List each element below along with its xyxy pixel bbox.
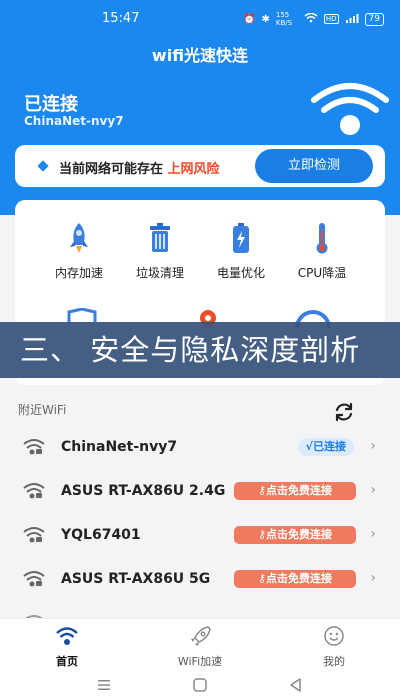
home-button-icon[interactable]: [192, 677, 208, 693]
wifi-name: ASUS RT-AX86U 2.4G: [61, 483, 226, 499]
free-connect-label: 点击免费连接: [266, 484, 333, 497]
detect-now-button[interactable]: 立即检测: [255, 149, 373, 183]
wifi-list: ChinaNet-nvy7 √已连接 › ASUS RT-AX86U 2.4G …: [0, 426, 400, 620]
key-icon: ⚷: [257, 572, 267, 585]
system-nav-bar: [0, 670, 400, 700]
trash-icon: [150, 223, 170, 252]
wifi-locked-icon: [23, 439, 45, 455]
key-icon: ⚷: [257, 528, 267, 541]
wifi-row[interactable]: ChinaNet-nvy7 √已连接 ›: [0, 426, 400, 470]
nearby-wifi-label: 附近WiFi: [18, 403, 67, 417]
free-connect-label: 点击免费连接: [266, 572, 333, 585]
wifi-locked-icon: [23, 527, 45, 543]
rocket-icon: [191, 626, 211, 646]
status-bar: 15:47 ⏰ ✱ 155 KB/S HD 79: [0, 0, 400, 38]
tool-battery-optimize[interactable]: 电量优化: [197, 220, 285, 281]
app-title: wifi光速快连: [151, 46, 249, 65]
refresh-icon[interactable]: [332, 400, 356, 424]
risk-text-prefix: 当前网络可能存在: [59, 162, 164, 177]
wifi-locked-icon: [23, 483, 45, 499]
wifi-row[interactable]: ASUS RT-AX86U 5G ⚷点击免费连接 ›: [0, 558, 400, 602]
connected-badge: √已连接: [297, 438, 354, 456]
hd-icon: HD: [323, 14, 339, 24]
diamond-bullet-icon: [37, 160, 49, 172]
risk-text: 当前网络可能存在 上网风险: [59, 158, 220, 177]
network-speed: 155 KB/S: [275, 11, 293, 27]
battery-icon: 79: [364, 12, 384, 26]
tool-label: 内存加速: [54, 266, 103, 280]
rocket-icon: [70, 223, 88, 253]
chevron-right-icon: ›: [370, 526, 376, 542]
wifi-locked-icon: [23, 571, 45, 587]
tool-label: 电量优化: [216, 266, 265, 280]
battery-icon: [233, 223, 249, 253]
wifi-row[interactable]: ASUS RT-AX86U 2.4G ⚷点击免费连接 ›: [0, 470, 400, 514]
wifi-name: YQL67401: [61, 527, 141, 543]
tool-junk-clean[interactable]: 垃圾清理: [116, 220, 204, 281]
nav-home[interactable]: 首页: [22, 625, 112, 669]
overlay-banner: 三、 安全与隐私深度剖析: [0, 322, 400, 378]
smiley-icon: [324, 626, 344, 646]
free-connect-label: 点击免费连接: [266, 528, 333, 541]
wifi-row[interactable]: YQL67401 ⚷点击免费连接 ›: [0, 514, 400, 558]
menu-icon[interactable]: [96, 677, 112, 693]
chevron-right-icon: ›: [370, 438, 376, 454]
wifi-icon: [56, 627, 78, 645]
wifi-large-icon: [311, 83, 389, 135]
tool-label: 垃圾清理: [135, 266, 184, 280]
risk-text-highlight: 上网风险: [167, 162, 220, 177]
nav-wifi-boost[interactable]: WiFi加速: [155, 625, 245, 669]
connection-status: 已连接: [24, 94, 78, 115]
free-connect-button[interactable]: ⚷点击免费连接: [234, 482, 356, 500]
wifi-name: ChinaNet-nvy7: [61, 439, 178, 455]
status-time: 15:47: [102, 11, 140, 26]
key-icon: ⚷: [257, 484, 267, 497]
chevron-right-icon: ›: [370, 570, 376, 586]
nav-label: 我的: [323, 655, 345, 668]
tool-cpu-cooling[interactable]: CPU降温: [278, 220, 366, 281]
free-connect-button[interactable]: ⚷点击免费连接: [234, 570, 356, 588]
chevron-right-icon: ›: [370, 482, 376, 498]
connection-ssid: ChinaNet-nvy7: [24, 114, 124, 128]
signal-icon: [345, 13, 359, 26]
wifi-name: ASUS RT-AX86U 5G: [61, 571, 211, 587]
nav-label: WiFi加速: [177, 655, 223, 668]
risk-card: 当前网络可能存在 上网风险 立即检测: [15, 145, 385, 187]
bluetooth-icon: ✱: [261, 13, 270, 25]
nav-me[interactable]: 我的: [289, 625, 379, 669]
wifi-status-icon: [304, 12, 318, 26]
tool-label: CPU降温: [297, 266, 347, 280]
status-icons: ⏰ ✱ 155 KB/S HD 79: [243, 11, 384, 27]
thermometer-icon: [316, 223, 328, 254]
back-icon[interactable]: [288, 677, 304, 693]
nav-label: 首页: [56, 655, 78, 668]
alarm-icon: ⏰: [243, 13, 256, 25]
tool-memory-boost[interactable]: 内存加速: [35, 220, 123, 281]
free-connect-button[interactable]: ⚷点击免费连接: [234, 526, 356, 544]
bottom-nav: 首页 WiFi加速 我的: [0, 618, 400, 670]
